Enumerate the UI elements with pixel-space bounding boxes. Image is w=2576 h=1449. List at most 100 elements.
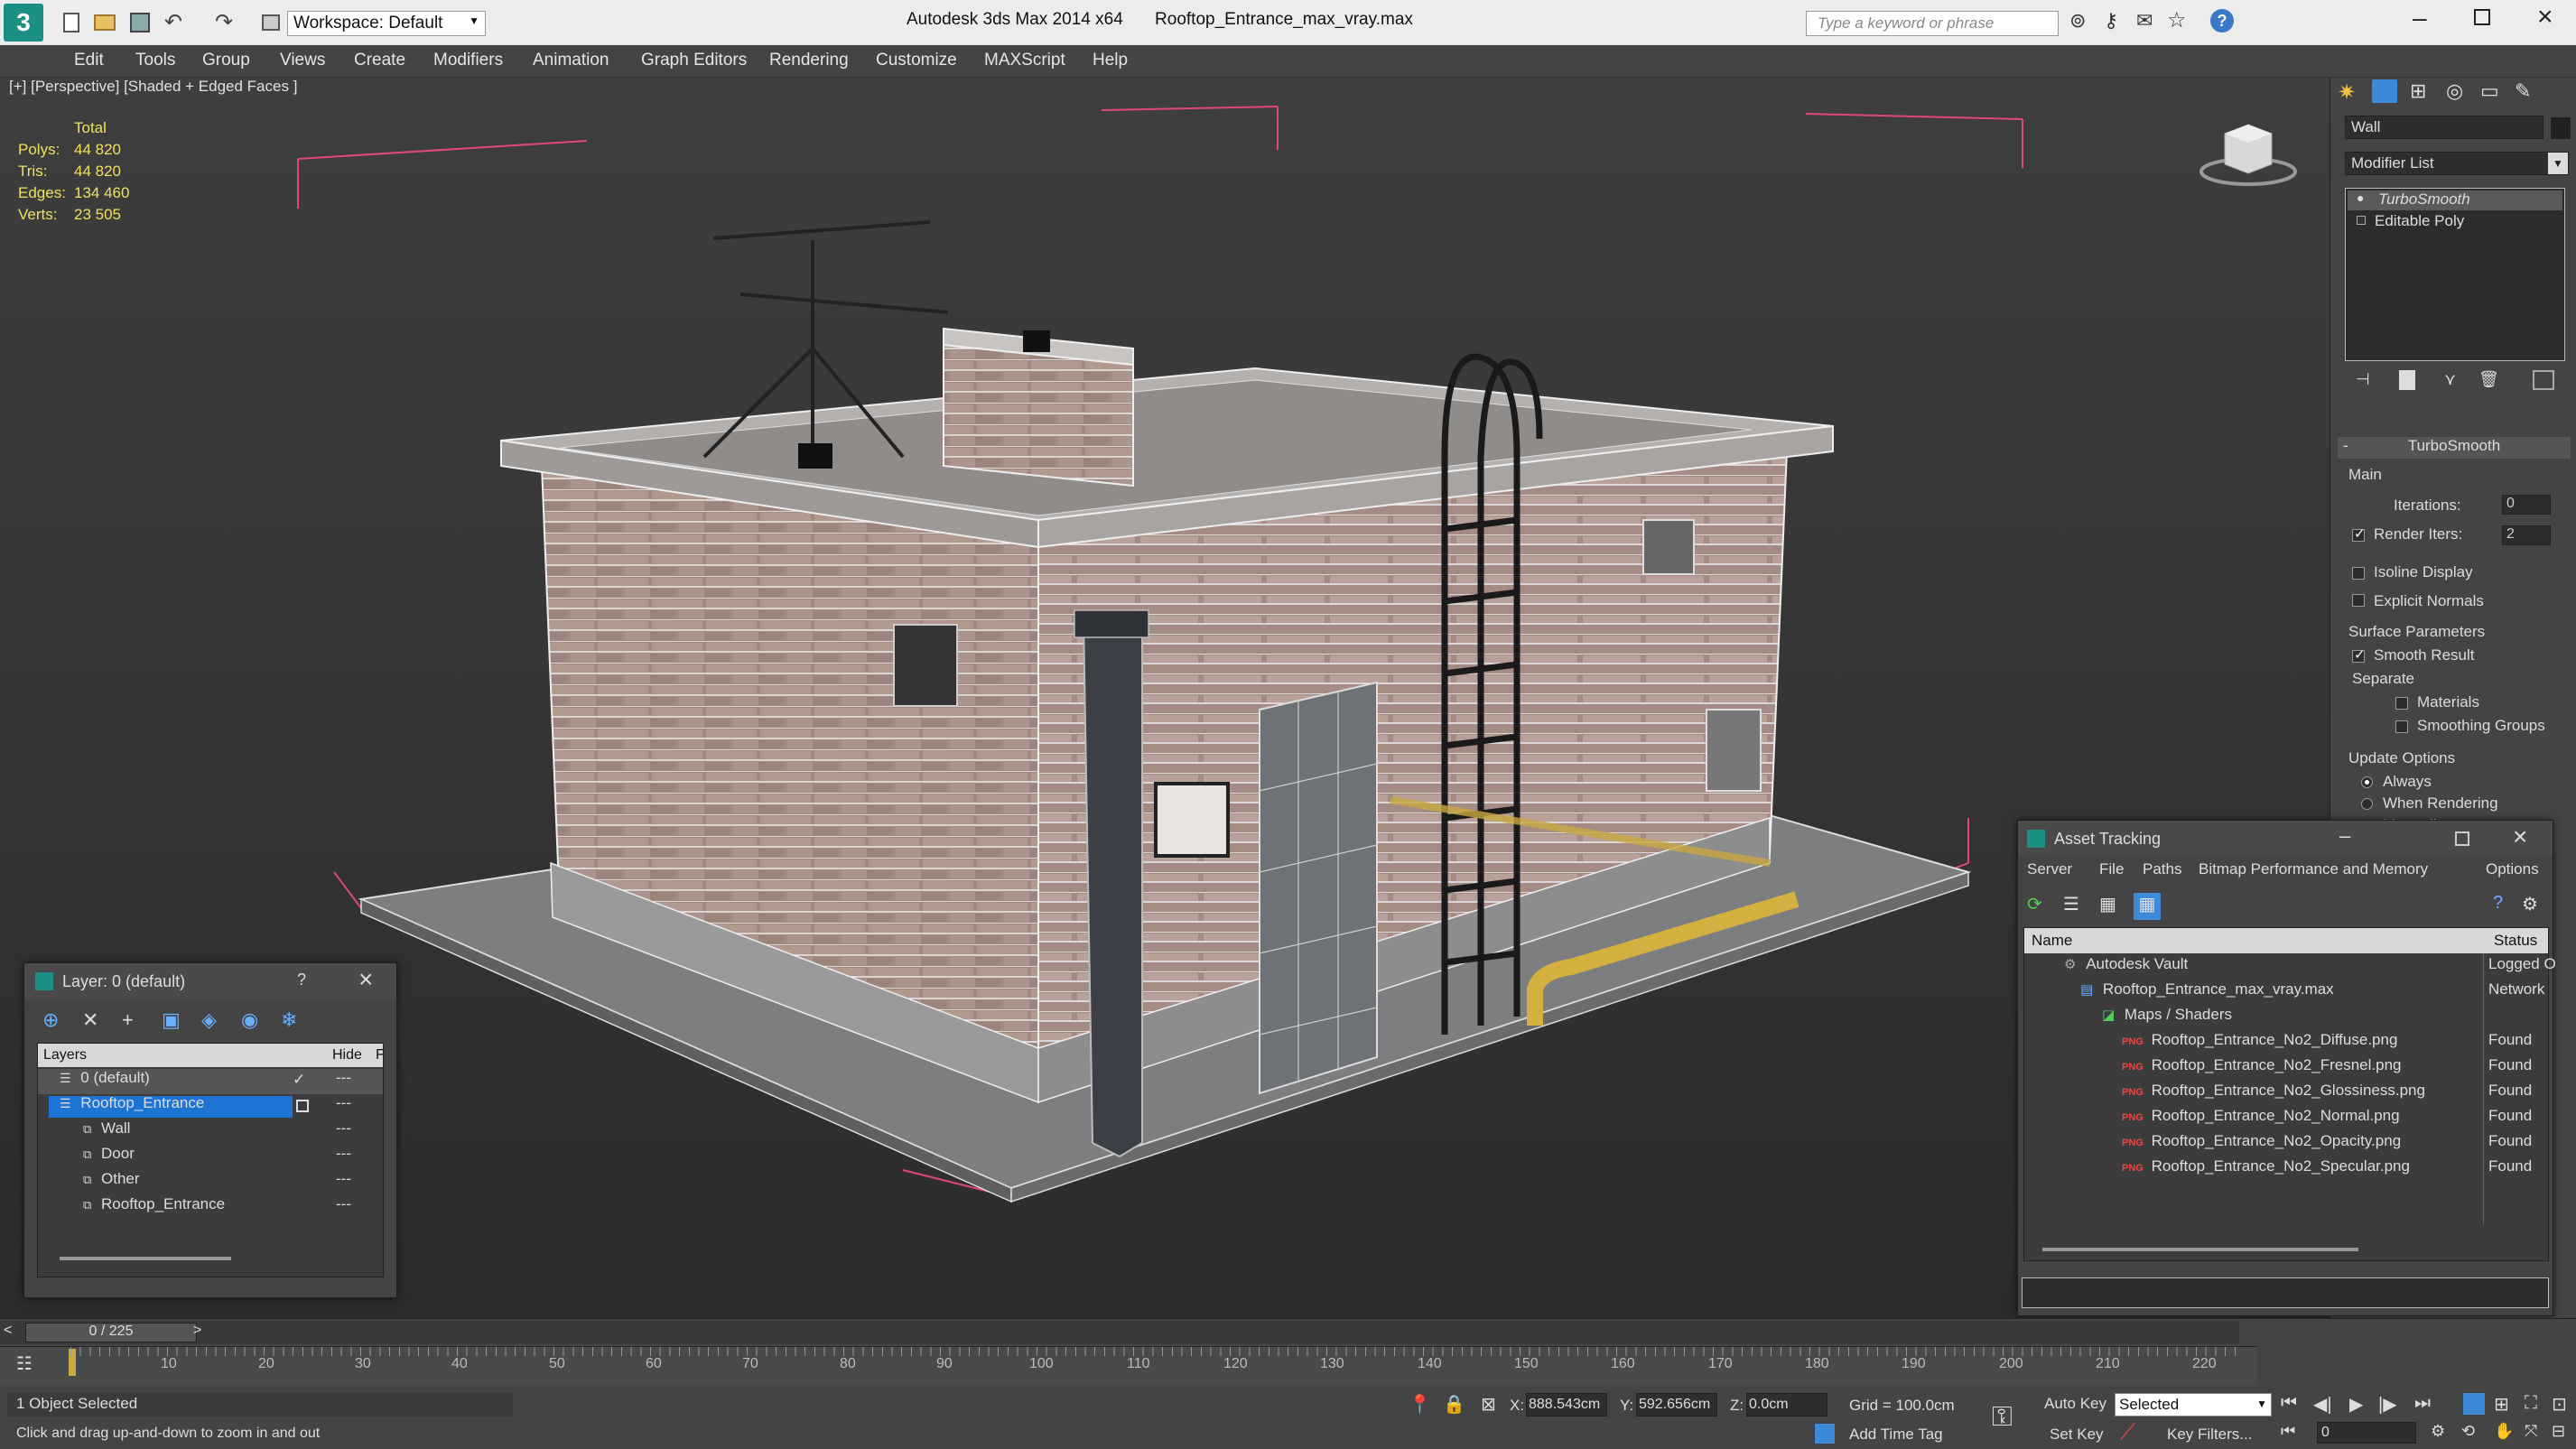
minimize-icon[interactable]: –	[2413, 4, 2427, 33]
stack-item-editable-poly[interactable]: Editable Poly	[2348, 212, 2464, 237]
project-folder-icon[interactable]	[262, 14, 280, 31]
utilities-tab-icon[interactable]: ✎	[2515, 79, 2531, 103]
display-tab-icon[interactable]: ▭	[2480, 79, 2499, 103]
highlight-layer-icon[interactable]: ◈	[201, 1008, 217, 1032]
layer-window-titlebar[interactable]: Layer: 0 (default) ? ×	[24, 963, 396, 999]
asset-menu-options[interactable]: Options	[2486, 860, 2539, 878]
hide-all-icon[interactable]: ◉	[241, 1008, 258, 1032]
f-column-header[interactable]: F	[376, 1047, 385, 1064]
hide-toggle-icon[interactable]: ---	[336, 1069, 351, 1087]
lock-selection-icon[interactable]: 🔒	[1443, 1393, 1465, 1416]
next-frame-icon[interactable]: |▶	[2378, 1393, 2397, 1416]
smoothing-groups-checkbox[interactable]	[2395, 720, 2408, 733]
materials-checkbox[interactable]	[2395, 697, 2408, 710]
go-to-start-icon[interactable]: ⏮	[2281, 1393, 2297, 1414]
remove-modifier-icon[interactable]: 🗑	[2478, 370, 2499, 389]
go-to-end-icon[interactable]: ⏭	[2414, 1393, 2431, 1414]
menu-create[interactable]: Create	[354, 51, 405, 70]
close-icon[interactable]: ×	[2513, 822, 2527, 851]
y-coordinate-field[interactable]: 592.656cm	[1636, 1393, 1717, 1416]
z-coordinate-field[interactable]: 0.0cm	[1746, 1393, 1827, 1416]
set-key-icon[interactable]: ⚿	[1992, 1402, 2013, 1433]
time-tag-icon[interactable]	[1815, 1424, 1835, 1444]
redo-icon[interactable]: ↷	[215, 9, 233, 35]
save-icon[interactable]	[130, 13, 150, 33]
show-end-result-icon[interactable]	[2399, 370, 2415, 390]
menu-edit[interactable]: Edit	[74, 51, 104, 70]
key-icon[interactable]: ⚷	[2104, 9, 2118, 33]
track-bar[interactable]: ☷ 10 20 30 40 50 60 70 80 90 100 110 120…	[0, 1346, 2257, 1386]
hierarchy-tab-icon[interactable]: ⊞	[2410, 79, 2426, 103]
modify-tab-icon[interactable]	[2372, 79, 2397, 103]
asset-row-vault[interactable]: ⚙ Autodesk Vault Logged O	[2024, 955, 2556, 980]
close-icon[interactable]: ×	[2537, 2, 2553, 33]
pin-stack-icon[interactable]: ⊣	[2356, 370, 2370, 389]
create-tab-icon[interactable]: ✷	[2338, 79, 2356, 106]
asset-row-normal[interactable]: PNG Rooftop_Entrance_No2_Normal.png Foun…	[2024, 1107, 2548, 1132]
horizontal-scrollbar[interactable]	[60, 1257, 231, 1260]
asset-menu-bitmap[interactable]: Bitmap Performance and Memory	[2199, 860, 2428, 878]
hide-toggle-icon[interactable]: ---	[336, 1170, 351, 1188]
selected-dropdown[interactable]: Selected ▼	[2115, 1393, 2272, 1416]
menu-group[interactable]: Group	[202, 51, 250, 70]
asset-menu-file[interactable]: File	[2099, 860, 2124, 878]
help-icon[interactable]: ?	[297, 971, 306, 989]
motion-tab-icon[interactable]: ◎	[2446, 79, 2463, 103]
asset-row-diffuse[interactable]: PNG Rooftop_Entrance_No2_Diffuse.png Fou…	[2024, 1031, 2548, 1056]
previous-frame-icon[interactable]: ◀|	[2313, 1393, 2332, 1416]
orbit-icon[interactable]: ⟲	[2461, 1422, 2475, 1441]
layer-object-door[interactable]: ⧉ Door ---	[38, 1145, 383, 1170]
minimize-icon[interactable]: –	[2339, 824, 2350, 848]
render-iters-checkbox[interactable]	[2352, 525, 2366, 542]
workspace-dropdown[interactable]: Workspace: Default ▼	[287, 11, 486, 36]
active-layer-check-icon[interactable]: ✓	[293, 1071, 305, 1089]
menu-rendering[interactable]: Rendering	[769, 51, 849, 70]
layer-object-wall[interactable]: ⧉ Wall ---	[38, 1119, 383, 1145]
layers-column-header[interactable]: Layers	[43, 1047, 87, 1064]
asset-path-field[interactable]	[2022, 1277, 2549, 1308]
absolute-mode-icon[interactable]: ⊠	[1481, 1393, 1496, 1416]
key-mode-icon[interactable]: ⟋	[2120, 1420, 2135, 1445]
layer-object-rooftop-entrance[interactable]: ⧉ Rooftop_Entrance ---	[38, 1195, 383, 1221]
pan-icon[interactable]: ✋	[2494, 1422, 2514, 1441]
layer-row-default[interactable]: ☰ 0 (default) ✓ ---	[38, 1069, 383, 1094]
communication-icon[interactable]: ✉	[2136, 9, 2153, 33]
walk-through-icon[interactable]: ⤧	[2525, 1422, 2537, 1441]
help-icon[interactable]: ?	[2493, 893, 2503, 914]
menu-customize[interactable]: Customize	[876, 51, 957, 70]
current-frame-field[interactable]: 0	[2317, 1422, 2416, 1444]
maximize-icon[interactable]	[2474, 9, 2490, 25]
select-in-layer-icon[interactable]: ▣	[162, 1008, 181, 1032]
menu-help[interactable]: Help	[1093, 51, 1128, 70]
asset-row-opacity[interactable]: PNG Rooftop_Entrance_No2_Opacity.png Fou…	[2024, 1132, 2548, 1157]
smooth-result-checkbox[interactable]	[2352, 646, 2366, 663]
field-of-view-icon[interactable]: ⛶	[2525, 1393, 2537, 1414]
status-column-header[interactable]: Status	[2494, 932, 2537, 950]
close-icon[interactable]: ×	[358, 965, 373, 994]
isoline-checkbox[interactable]	[2352, 567, 2365, 580]
freeze-all-icon[interactable]: ❄	[281, 1008, 297, 1032]
explicit-normals-checkbox[interactable]	[2352, 594, 2365, 607]
add-time-tag[interactable]: Add Time Tag	[1849, 1426, 1943, 1444]
object-color-swatch[interactable]	[2551, 117, 2571, 139]
time-slider-thumb[interactable]: 0 / 225	[25, 1323, 197, 1342]
asset-row-maps[interactable]: ◪ Maps / Shaders	[2024, 1006, 2548, 1031]
asset-menu-server[interactable]: Server	[2027, 860, 2072, 878]
min-max-toggle-icon[interactable]: ⊟	[2552, 1422, 2565, 1441]
play-icon[interactable]: ▶	[2349, 1393, 2363, 1416]
asset-row-specular[interactable]: PNG Rooftop_Entrance_No2_Specular.png Fo…	[2024, 1157, 2548, 1183]
maximize-viewport-icon[interactable]: ⊡	[2552, 1393, 2567, 1416]
hide-column-header[interactable]: Hide	[332, 1047, 362, 1064]
table-view-icon[interactable]: ▦	[2134, 893, 2161, 920]
rollout-header[interactable]: - TurboSmooth	[2338, 437, 2571, 459]
menu-animation[interactable]: Animation	[533, 51, 609, 70]
set-key-button[interactable]: Set Key	[2050, 1426, 2104, 1444]
refresh-icon[interactable]: ⟳	[2027, 893, 2042, 915]
time-slider-right-arrow[interactable]: >	[193, 1323, 201, 1339]
render-iters-spinner[interactable]: 2	[2502, 525, 2551, 545]
isolate-pin-icon[interactable]: 📍	[1409, 1393, 1431, 1416]
thumbnail-view-icon[interactable]: ▦	[2099, 893, 2116, 915]
hide-toggle-icon[interactable]: ---	[336, 1119, 351, 1138]
binoculars-icon[interactable]: ⊚	[2069, 9, 2086, 33]
new-file-icon[interactable]	[63, 13, 79, 33]
